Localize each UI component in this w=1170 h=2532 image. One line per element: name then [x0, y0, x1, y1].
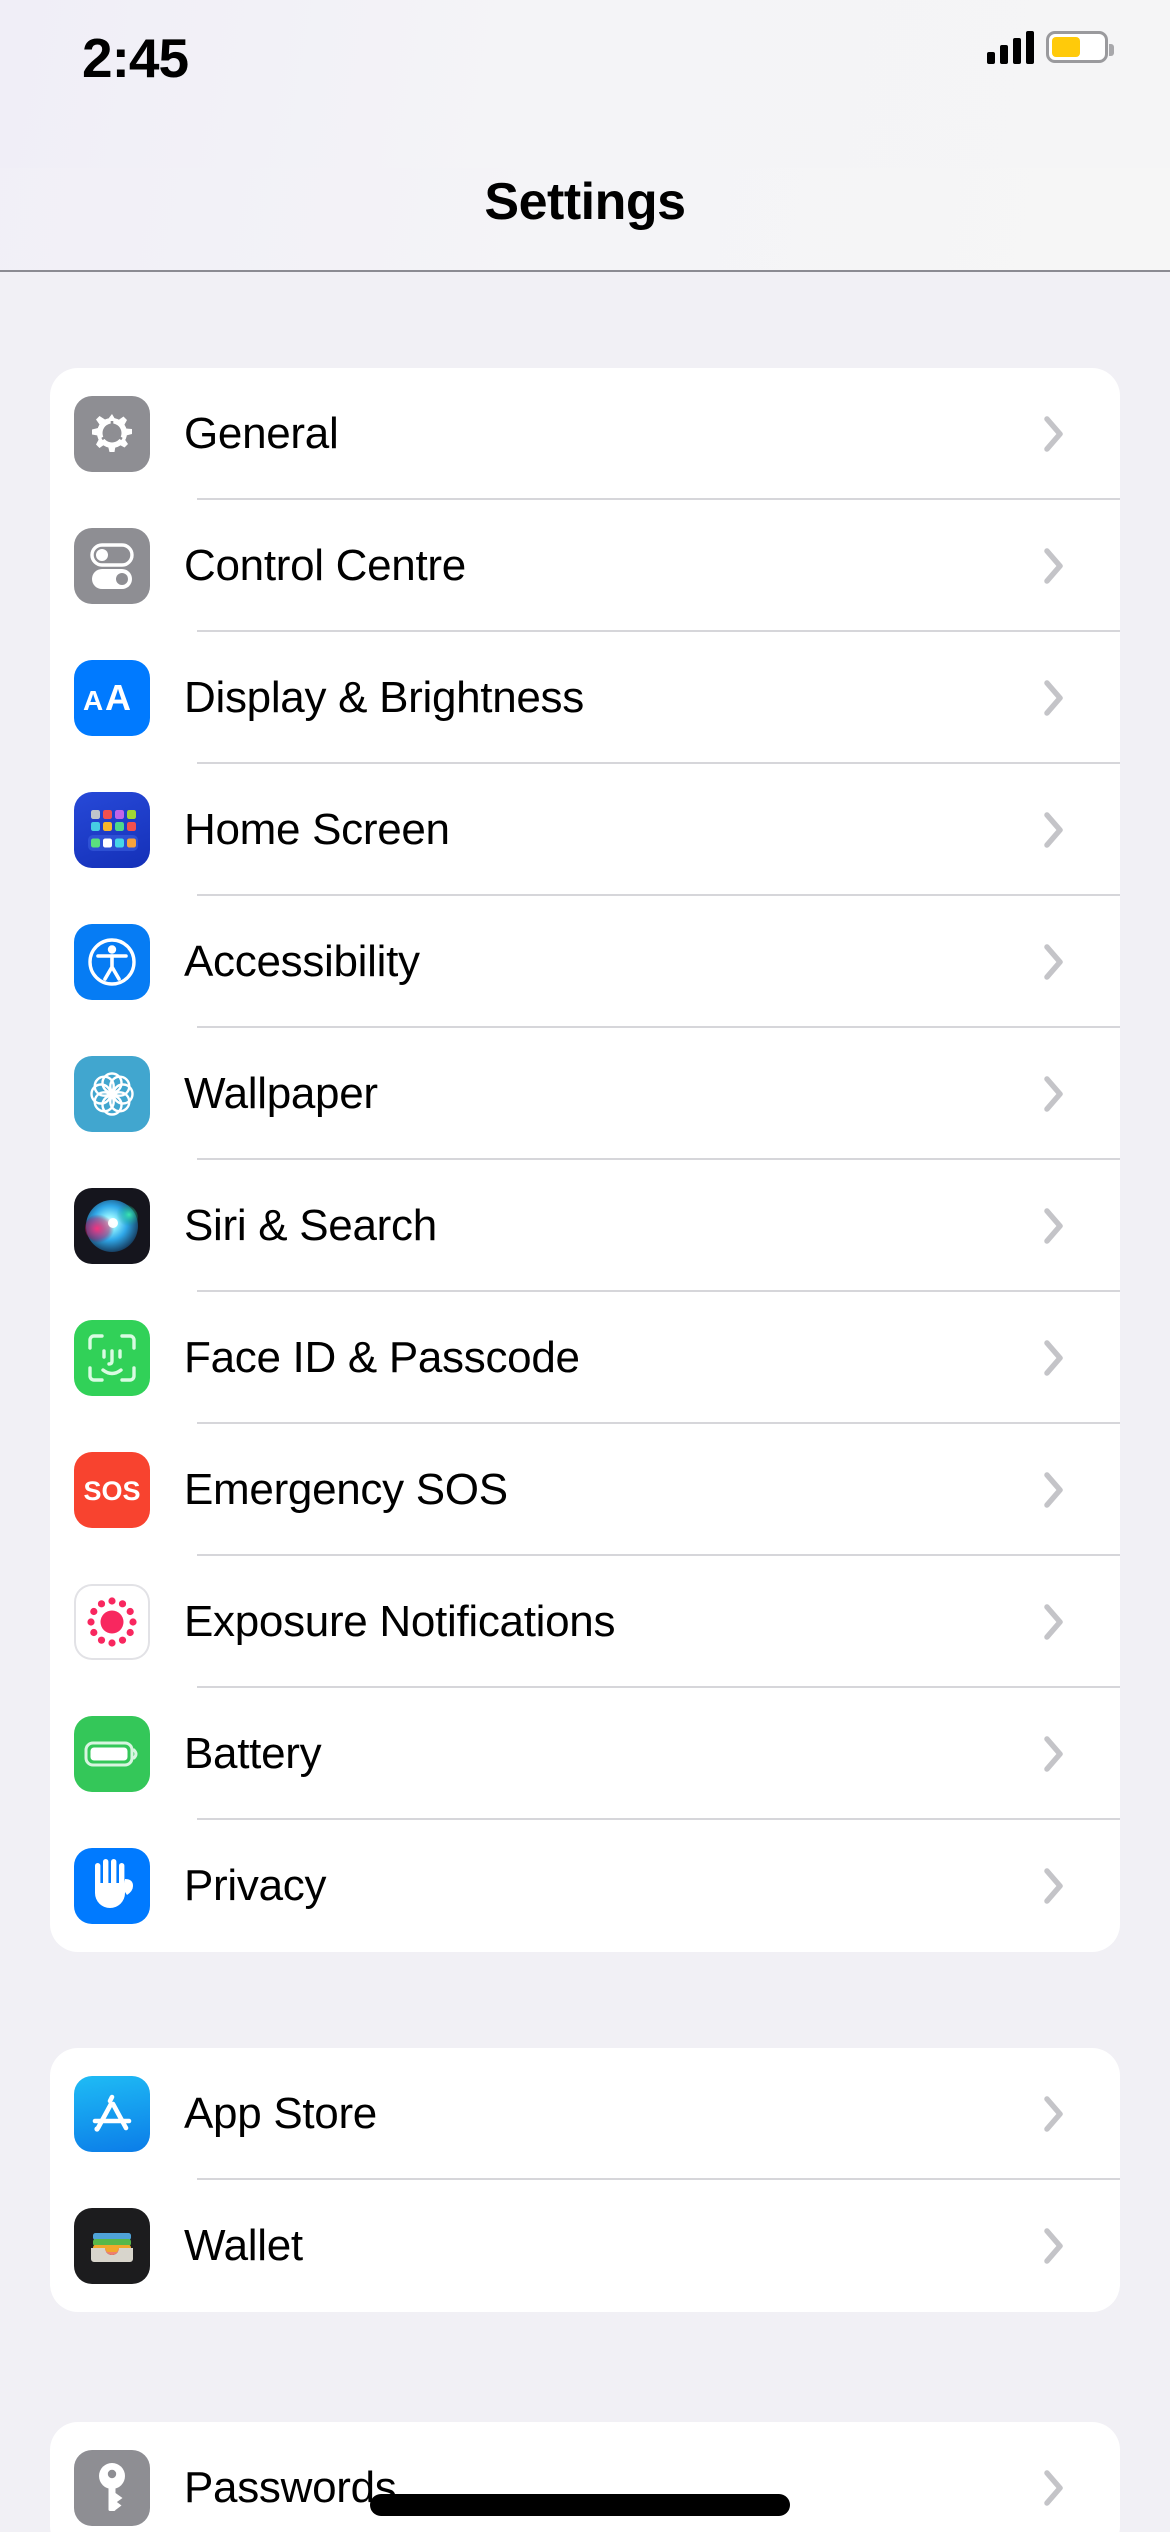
chevron-right-icon	[1044, 1472, 1064, 1508]
settings-row-accessibility[interactable]: Accessibility	[50, 896, 1120, 1028]
battery-icon	[1046, 31, 1114, 63]
status-bar-time: 2:45	[82, 27, 189, 89]
face-id-icon	[74, 1320, 150, 1396]
app-store-icon	[74, 2076, 150, 2152]
cellular-signal-icon	[987, 30, 1034, 64]
chevron-right-icon	[1044, 1604, 1064, 1640]
settings-row-label: Emergency SOS	[184, 1465, 508, 1514]
page-title: Settings	[484, 173, 686, 231]
exposure-dots-icon	[74, 1584, 150, 1660]
chevron-right-icon	[1044, 1340, 1064, 1376]
accessibility-icon	[74, 924, 150, 1000]
settings-row-control-centre[interactable]: Control Centre	[50, 500, 1120, 632]
battery-full-icon	[74, 1716, 150, 1792]
chevron-right-icon	[1044, 1736, 1064, 1772]
settings-row-label: General	[184, 409, 339, 458]
settings-row-display-brightness[interactable]: A A Display & Brightness	[50, 632, 1120, 764]
settings-row-general[interactable]: General	[50, 368, 1120, 500]
settings-row-face-id-passcode[interactable]: Face ID & Passcode	[50, 1292, 1120, 1424]
chevron-right-icon	[1044, 680, 1064, 716]
key-icon	[74, 2450, 150, 2526]
siri-orb-icon	[74, 1188, 150, 1264]
sos-icon: SOS	[74, 1452, 150, 1528]
settings-row-label: Wallet	[184, 2221, 303, 2270]
app-grid-icon	[74, 792, 150, 868]
svg-text:A: A	[105, 677, 131, 718]
settings-row-label: Display & Brightness	[184, 673, 584, 722]
settings-row-label: Home Screen	[184, 805, 450, 854]
settings-row-wallet[interactable]: Wallet	[50, 2180, 1120, 2312]
settings-row-privacy[interactable]: Privacy	[50, 1820, 1120, 1952]
settings-row-label: Wallpaper	[184, 1069, 378, 1118]
chevron-right-icon	[1044, 2228, 1064, 2264]
home-indicator-bar[interactable]	[370, 2494, 790, 2516]
settings-row-label: Passwords	[184, 2463, 397, 2512]
settings-row-label: App Store	[184, 2089, 377, 2138]
wallet-icon	[74, 2208, 150, 2284]
settings-row-label: Face ID & Passcode	[184, 1333, 580, 1382]
chevron-right-icon	[1044, 2096, 1064, 2132]
settings-row-siri-search[interactable]: Siri & Search	[50, 1160, 1120, 1292]
settings-row-label: Accessibility	[184, 937, 420, 986]
chevron-right-icon	[1044, 944, 1064, 980]
settings-group-system: General Control Centre A A Display & Brig…	[50, 368, 1120, 1952]
settings-list: General Control Centre A A Display & Brig…	[0, 272, 1170, 2532]
settings-row-label: Privacy	[184, 1861, 327, 1910]
chevron-right-icon	[1044, 2470, 1064, 2506]
navigation-bar: 2:45 Settings	[0, 0, 1170, 272]
settings-row-home-screen[interactable]: Home Screen	[50, 764, 1120, 896]
settings-group-store: App Store Wallet	[50, 2048, 1120, 2312]
settings-row-label: Battery	[184, 1729, 322, 1778]
status-bar-indicators	[987, 30, 1114, 64]
settings-row-exposure-notifications[interactable]: Exposure Notifications	[50, 1556, 1120, 1688]
chevron-right-icon	[1044, 1868, 1064, 1904]
hand-raised-icon	[74, 1848, 150, 1924]
svg-text:SOS: SOS	[83, 1476, 140, 1506]
chevron-right-icon	[1044, 1208, 1064, 1244]
iphone-settings-screen: 2:45 Settings General Control Centre A A…	[0, 0, 1170, 2532]
text-size-aa-icon: A A	[74, 660, 150, 736]
toggles-icon	[74, 528, 150, 604]
svg-text:A: A	[83, 685, 103, 716]
wallpaper-flower-icon	[74, 1056, 150, 1132]
chevron-right-icon	[1044, 548, 1064, 584]
status-bar: 2:45	[0, 0, 1170, 168]
chevron-right-icon	[1044, 1076, 1064, 1112]
settings-row-label: Siri & Search	[184, 1201, 437, 1250]
settings-row-emergency-sos[interactable]: SOS Emergency SOS	[50, 1424, 1120, 1556]
settings-row-wallpaper[interactable]: Wallpaper	[50, 1028, 1120, 1160]
chevron-right-icon	[1044, 812, 1064, 848]
chevron-right-icon	[1044, 416, 1064, 452]
gear-icon	[74, 396, 150, 472]
settings-row-label: Control Centre	[184, 541, 466, 590]
settings-row-app-store[interactable]: App Store	[50, 2048, 1120, 2180]
settings-row-label: Exposure Notifications	[184, 1597, 616, 1646]
settings-row-battery[interactable]: Battery	[50, 1688, 1120, 1820]
